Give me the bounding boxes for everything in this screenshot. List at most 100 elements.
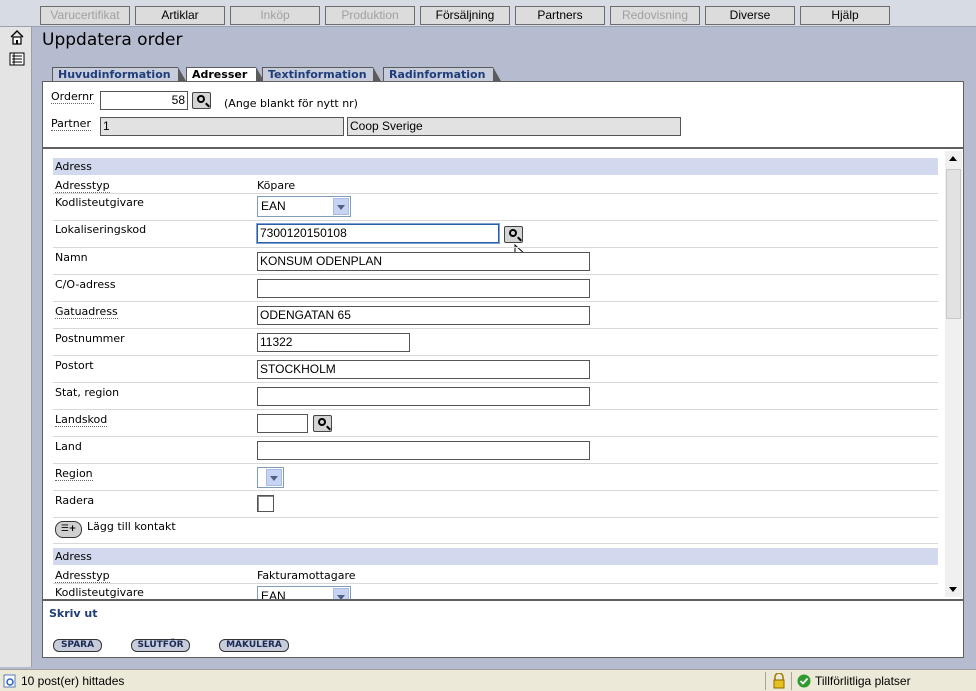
ordernr-label: Ordernr — [51, 90, 94, 104]
region-label: Region — [55, 467, 93, 481]
menu-forsaljning[interactable]: Försäljning — [420, 6, 510, 25]
postnummer-label: Postnummer — [55, 332, 125, 345]
postort-input[interactable]: STOCKHOLM — [257, 360, 590, 379]
lock-icon — [773, 673, 785, 689]
row-divider — [53, 490, 938, 491]
kodlisteutgivare-label-2: Kodlisteutgivare — [55, 586, 144, 599]
menu-redovisning[interactable]: Redovisning — [610, 6, 700, 25]
cancel-order-button[interactable]: MAKULERA — [219, 639, 289, 652]
kodlisteutgivare-selected: EAN — [261, 199, 286, 213]
partner-id-field: 1 — [100, 117, 344, 136]
land-label: Land — [55, 440, 82, 453]
row-divider — [53, 517, 938, 518]
magnifier-icon — [509, 229, 517, 237]
magnifier-icon — [318, 418, 326, 426]
row-divider — [53, 463, 938, 464]
ordernr-input[interactable]: 58 — [100, 91, 188, 110]
lokaliseringskod-input[interactable]: 7300120150108 — [256, 223, 500, 244]
partner-label: Partner — [51, 117, 91, 131]
menu-artiklar[interactable]: Artiklar — [135, 6, 225, 25]
add-contact-button[interactable]: ☰+ — [55, 521, 82, 538]
menu-diverse[interactable]: Diverse — [705, 6, 795, 25]
row-divider — [53, 247, 938, 248]
save-button[interactable]: SPARA — [53, 639, 102, 652]
main-area: Uppdatera order Huvudinformation Adresse… — [33, 27, 976, 667]
radera-checkbox[interactable] — [257, 495, 274, 512]
browser-status-bar: 10 post(er) hittades Tillförlitliga plat… — [0, 669, 976, 691]
landskod-lookup-button[interactable] — [313, 415, 332, 432]
lokaliseringskod-lookup-button[interactable] — [504, 226, 523, 243]
page-title: Uppdatera order — [42, 30, 183, 50]
status-text: 10 post(er) hittades — [21, 674, 125, 688]
adresstyp-label-2: Adresstyp — [55, 569, 110, 583]
landskod-label: Landskod — [55, 413, 108, 427]
gatuadress-input[interactable]: ODENGATAN 65 — [257, 306, 590, 325]
region-select[interactable] — [257, 467, 284, 488]
lokaliseringskod-label: Lokaliseringskod — [55, 223, 147, 236]
kodlisteutgivare-select-2[interactable]: EAN — [257, 586, 351, 600]
trusted-check-icon — [797, 674, 811, 688]
kodlisteutgivare-selected-2: EAN — [261, 589, 286, 600]
ordernr-lookup-button[interactable] — [192, 92, 211, 109]
kodlisteutgivare-label: Kodlisteutgivare — [55, 196, 144, 209]
top-menu-bar: Varucertifikat Artiklar Inköp Produktion… — [0, 0, 976, 27]
address-section-header: Adress — [53, 158, 938, 175]
menu-hjalp[interactable]: Hjälp — [800, 6, 890, 25]
postort-label: Postort — [55, 359, 94, 372]
menu-inkop[interactable]: Inköp — [230, 6, 320, 25]
status-divider — [791, 672, 792, 690]
chevron-down-icon — [333, 198, 349, 215]
stat-region-input[interactable] — [257, 387, 590, 406]
tab-textinformation[interactable]: Textinformation — [262, 67, 382, 83]
scroll-up-arrow-icon[interactable] — [945, 151, 962, 167]
home-icon[interactable] — [9, 29, 25, 45]
ordernr-hint: (Ange blankt för nytt nr) — [224, 97, 358, 110]
co-adress-input[interactable] — [257, 279, 590, 298]
add-contact-label[interactable]: Lägg till kontakt — [87, 520, 176, 533]
row-divider — [53, 193, 938, 194]
gatuadress-label: Gatuadress — [55, 305, 118, 319]
tab-radinformation[interactable]: Radinformation — [383, 67, 502, 83]
action-footer-panel: Skriv ut SPARA SLUTFÖR MAKULERA — [42, 600, 964, 658]
row-divider — [53, 328, 938, 329]
scrollbar-thumb[interactable] — [946, 169, 961, 319]
adresstyp-value-2: Fakturamottagare — [257, 569, 356, 582]
landskod-input[interactable] — [257, 414, 308, 433]
menu-produktion[interactable]: Produktion — [325, 6, 415, 25]
menu-partners[interactable]: Partners — [515, 6, 605, 25]
finish-button[interactable]: SLUTFÖR — [131, 639, 190, 652]
security-zone-text: Tillförlitliga platser — [815, 674, 911, 688]
print-link[interactable]: Skriv ut — [49, 607, 98, 620]
row-divider — [53, 220, 938, 221]
namn-label: Namn — [55, 251, 88, 264]
row-divider — [53, 382, 938, 383]
magnifier-icon — [197, 95, 205, 103]
add-contact-icon: ☰+ — [60, 524, 77, 534]
kodlisteutgivare-select[interactable]: EAN — [257, 196, 351, 217]
namn-input[interactable]: KONSUM ODENPLAN — [257, 252, 590, 271]
stat-region-label: Stat, region — [55, 386, 120, 399]
tab-adresser[interactable]: Adresser — [186, 67, 265, 83]
radera-label: Radera — [55, 494, 95, 507]
postnummer-input[interactable]: 11322 — [257, 333, 410, 352]
ie-page-icon — [3, 674, 16, 688]
row-divider — [53, 355, 938, 356]
adresstyp-label: Adresstyp — [55, 179, 110, 193]
scroll-down-arrow-icon[interactable] — [945, 581, 962, 597]
chevron-down-icon — [266, 469, 282, 486]
chevron-down-icon — [333, 588, 349, 599]
tab-huvudinformation[interactable]: Huvudinformation — [52, 67, 187, 83]
address-scroll-panel[interactable]: Adress Adresstyp Köpare Kodlisteutgivare… — [42, 148, 964, 600]
land-input[interactable] — [257, 441, 590, 460]
left-toolbar — [0, 27, 32, 667]
menu-varucertifikat[interactable]: Varucertifikat — [40, 6, 130, 25]
status-divider — [765, 672, 766, 690]
row-divider — [53, 301, 938, 302]
list-icon[interactable] — [9, 51, 25, 67]
partner-name-field: Coop Sverige — [347, 117, 681, 136]
row-divider — [53, 409, 938, 410]
row-divider — [53, 583, 938, 584]
row-divider — [53, 274, 938, 275]
vertical-scrollbar[interactable] — [945, 151, 962, 597]
order-header-panel: Ordernr 58 (Ange blankt för nytt nr) Par… — [42, 81, 964, 148]
